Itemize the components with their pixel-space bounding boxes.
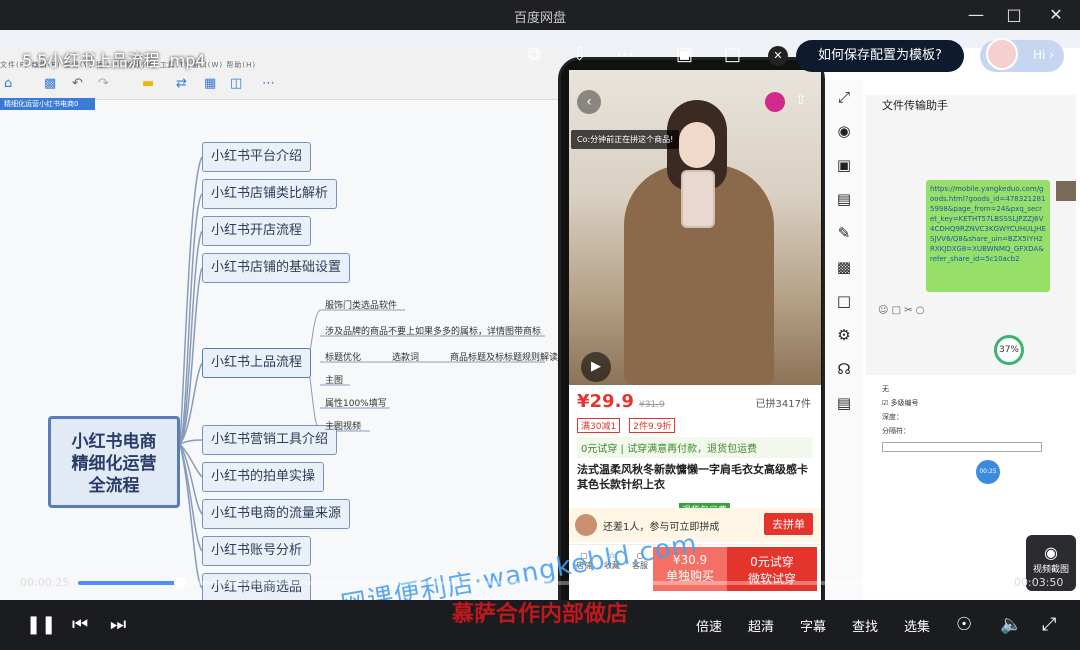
mindmap-branch: 小红书营销工具介绍 (202, 425, 338, 455)
mindmap-canvas: 文件(F) 编辑(E) 查看(V) 插入(I) 修改(M) 工具(T) 窗口(W… (0, 48, 560, 600)
mindmap-branch: 小红书电商的流量来源 (202, 499, 351, 529)
settings-label: 无 (882, 385, 889, 393)
settings-label: 多级编号 (890, 399, 919, 407)
promo-tag: 满30减1 (577, 418, 621, 433)
crop-icon[interactable]: □ (825, 284, 863, 318)
monitor-icon[interactable]: ▤ (825, 182, 863, 216)
progress-knob[interactable] (173, 577, 186, 589)
mindmap-branch: 小红书的拍单实操 (202, 462, 325, 492)
mindmap-branch: 小红书店铺的基础设置 (202, 253, 351, 283)
video-area[interactable]: 文件(F) 编辑(E) 查看(V) 插入(I) 修改(M) 工具(T) 窗口(W… (0, 30, 1080, 600)
pip-icon[interactable]: ▣ (676, 44, 693, 70)
cart-icon[interactable]: ▤ (825, 386, 863, 420)
assistant-label: Hi › (1033, 48, 1054, 62)
progress-fill (78, 581, 180, 585)
window-titlebar: 百度网盘 — □ ✕ (0, 0, 1080, 30)
progress-track[interactable] (78, 577, 1002, 589)
assistant-hi-text: Hi (1033, 48, 1046, 62)
total-time: 00:03:50 (1014, 576, 1064, 589)
camera-icon[interactable]: ◉ (825, 114, 863, 148)
share-video-icon[interactable]: ⧉ (528, 44, 541, 70)
assistant-button[interactable]: Hi › (980, 38, 1064, 72)
promo-tag: 2件9.9折 (629, 418, 676, 433)
product-photo[interactable]: ‹ ⇧ Co:分钟前正在拼这个商品! ▶ 1/10 (569, 70, 821, 403)
product-info: ¥29.9 ¥31.9 已拼3417件 满30减1 2件9.9折 0元试穿 | … (569, 385, 821, 516)
mindmap-branch: 小红书店铺类比解析 (202, 179, 338, 209)
chat-avatar (1056, 181, 1076, 201)
numbering-checkbox[interactable]: ☑ 多级编号 (882, 398, 919, 408)
mindmap-root-node: 小红书电商 精细化运营 全流程 (48, 416, 180, 508)
back-icon[interactable]: ‹ (577, 90, 601, 114)
chat-link-bubble[interactable]: https://mobile.yangkeduo.com/goods.html?… (926, 180, 1050, 292)
window-title: 百度网盘 (513, 11, 566, 26)
mindmap-subitem: 商品标题及标标题规则解读 (450, 353, 559, 363)
mindmap-subitem: 属性100%填写 (325, 399, 387, 409)
assistant-avatar (986, 38, 1018, 70)
service-promise: 0元试穿 | 试穿满意再付款，退货包运费 (577, 437, 813, 458)
mindmap-subitem: 涉及品牌的商品不要上如果多多的属标，详情图带商标 (325, 327, 542, 337)
face-shape (679, 122, 715, 168)
root-line-2: 精细化运营 (71, 454, 157, 474)
settings-panel: 无 ☑ 多级编号 深度： 分隔符： 00:25 (876, 380, 1046, 520)
share-icon[interactable]: ⇧ (795, 92, 807, 108)
group-buy-banner: Co:分钟前正在拼这个商品! (571, 130, 680, 149)
maximize-icon[interactable]: □ (1002, 4, 1026, 26)
chat-area: 文件传输助手 https://mobile.yangkeduo.com/good… (866, 95, 1076, 375)
progress-bar[interactable]: 00:00:25 00:03:50 (0, 572, 1080, 594)
brush-icon[interactable]: ✎ (825, 216, 863, 250)
more-options-icon[interactable]: ⋯ (616, 44, 634, 70)
progress-percent-badge: 37% (994, 335, 1024, 365)
play-icon[interactable]: ▶ (581, 352, 611, 382)
mindmap-branch: 小红书账号分析 (202, 536, 312, 566)
camera-icon: ◉ (1044, 543, 1058, 562)
live-icon[interactable] (765, 92, 785, 112)
chat-toolbar-icons[interactable]: ☺ □ ✂ ○ (878, 305, 925, 316)
mindmap-branch-selected: 小红书上品流程 (202, 348, 312, 378)
minimize-icon[interactable]: — (964, 4, 988, 26)
product-price: ¥29.9 (577, 391, 634, 412)
settings-label: 深度： (882, 413, 903, 421)
product-old-price: ¥31.9 (639, 400, 665, 410)
root-line-3: 全流程 (88, 476, 140, 496)
settings-label: 分隔符： (882, 427, 910, 435)
color-selector[interactable] (882, 442, 1042, 452)
mindmap-subitem: 标题优化 (325, 353, 362, 363)
mindmap-subitem: 主图 (325, 376, 344, 386)
video-subtitle: 慕萨合作内部做店 (451, 602, 628, 627)
download-icon[interactable]: ⇩ (572, 44, 587, 70)
gift-icon[interactable]: ▣ (825, 148, 863, 182)
try-price: 0元试穿 (750, 555, 794, 569)
side-toolbar: ⤢ ◉ ▣ ▤ ✎ ▩ □ ⚙ ☊ ▤ (825, 80, 863, 600)
video-filename: 5.5小红书上品流程 .mp4 (22, 51, 206, 70)
phone-screen: ‹ ⇧ Co:分钟前正在拼这个商品! ▶ 1/10 ¥29.9 ¥31.9 已拼… (569, 70, 821, 600)
settings-icon[interactable]: ⚙ (825, 318, 863, 352)
current-time: 00:00:25 (20, 576, 70, 589)
crop-video-icon[interactable]: □ (724, 44, 741, 70)
product-name: 法式温柔风秋冬新款慵懒一字肩毛衣女高级感卡其色长款针织上衣 (577, 463, 808, 491)
mindmap-branch: 小红书平台介绍 (202, 142, 312, 172)
sold-count: 已拼3417件 (755, 399, 811, 410)
held-phone-shape (681, 170, 715, 228)
root-line-1: 小红书电商 (71, 432, 157, 452)
headset-icon[interactable]: ☊ (825, 352, 863, 386)
join-group-button[interactable]: 去拼单 (764, 513, 813, 535)
mindmap-subitem: 主图视频 (325, 422, 362, 432)
close-icon[interactable]: ✕ (1044, 4, 1068, 26)
chat-title: 文件传输助手 (882, 99, 948, 112)
mindmap-subitem: 服饰门类选品软件 (325, 301, 398, 311)
popup-close-icon[interactable]: ✕ (768, 46, 788, 66)
time-badge: 00:25 (976, 460, 1000, 484)
template-tip-popup[interactable]: 如何保存配置为模板? (796, 40, 964, 72)
group-avatar (575, 514, 597, 536)
phone-frame: ‹ ⇧ Co:分钟前正在拼这个商品! ▶ 1/10 ¥29.9 ¥31.9 已拼… (558, 57, 825, 600)
mindmap-subitem: 选款词 (392, 353, 420, 363)
mindmap-branch: 小红书开店流程 (202, 216, 312, 246)
print-icon[interactable]: ▩ (825, 250, 863, 284)
expand-icon[interactable]: ⤢ (825, 80, 863, 114)
